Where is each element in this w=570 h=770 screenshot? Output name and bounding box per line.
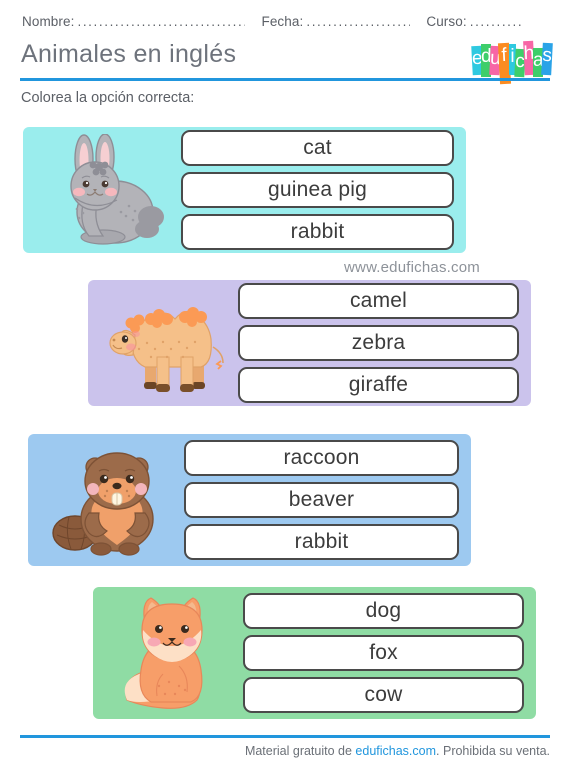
footer-suffix: . Prohibida su venta. (436, 744, 550, 758)
logo-letter-s: s (541, 42, 553, 76)
exercise-card-camel: camel zebra giraffe (88, 280, 531, 406)
page-title: Animales en inglés (21, 40, 237, 68)
field-curso-dots: .......... (469, 14, 524, 29)
field-fecha-label: Fecha: (261, 14, 304, 29)
field-curso: Curso: .......... (426, 14, 531, 29)
option-button[interactable]: zebra (238, 325, 519, 361)
exercise-card-fox: dog fox cow (93, 587, 536, 719)
option-list: dog fox cow (243, 593, 536, 713)
option-button[interactable]: dog (243, 593, 524, 629)
camel-illustration (96, 287, 238, 399)
edufichas-logo: edufichas (471, 40, 560, 85)
option-button[interactable]: giraffe (238, 367, 519, 403)
watermark-url: www.edufichas.com (344, 259, 480, 276)
field-nombre: Nombre: ................................ (22, 14, 245, 29)
option-button[interactable]: guinea pig (181, 172, 454, 208)
option-list: camel zebra giraffe (238, 283, 531, 403)
footer-link[interactable]: edufichas.com (355, 744, 436, 758)
option-list: cat guinea pig rabbit (181, 130, 466, 250)
footer-text: Material gratuito de edufichas.com. Proh… (245, 744, 550, 758)
field-curso-label: Curso: (426, 14, 467, 29)
option-button[interactable]: fox (243, 635, 524, 671)
exercise-card-beaver: raccoon beaver rabbit (28, 434, 471, 566)
footer-prefix: Material gratuito de (244, 744, 356, 758)
option-button[interactable]: raccoon (184, 440, 459, 476)
rabbit-illustration (31, 134, 181, 246)
fox-illustration (101, 594, 243, 712)
option-button[interactable]: beaver (184, 482, 459, 518)
option-button[interactable]: cat (181, 130, 454, 166)
option-button[interactable]: rabbit (181, 214, 454, 250)
field-nombre-dots: ................................ (77, 14, 246, 29)
header-fields: Nombre: ................................… (22, 14, 552, 29)
instruction-text: Colorea la opción correcta: (21, 90, 195, 106)
field-fecha-dots: .................... (306, 14, 411, 29)
field-nombre-label: Nombre: (22, 14, 75, 29)
worksheet-page: Nombre: ................................… (0, 0, 570, 770)
option-list: raccoon beaver rabbit (184, 440, 471, 560)
field-fecha: Fecha: .................... (261, 14, 410, 29)
option-button[interactable]: rabbit (184, 524, 459, 560)
footer-divider (20, 735, 550, 738)
header-divider (20, 78, 550, 81)
option-button[interactable]: camel (238, 283, 519, 319)
option-button[interactable]: cow (243, 677, 524, 713)
exercise-card-rabbit: cat guinea pig rabbit (23, 127, 466, 253)
beaver-illustration (36, 441, 184, 559)
